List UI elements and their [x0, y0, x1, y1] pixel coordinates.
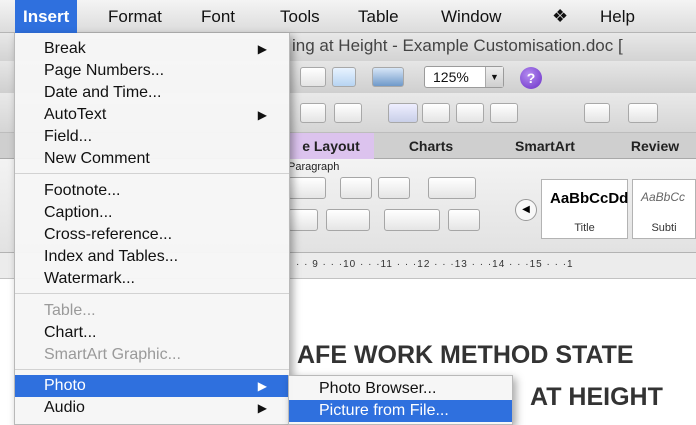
ruler-marks: · · 9 · · ·10 · · ·11 · · ·12 · · ·13 · …: [296, 259, 574, 270]
menu-item-label: Break: [44, 40, 86, 57]
menu-item-footnote[interactable]: Footnote...: [15, 180, 289, 202]
menu-item-label: Footnote...: [44, 182, 121, 199]
menu-item-autotext[interactable]: AutoText ▶: [15, 104, 289, 126]
menubar: Insert Format Font Tools Table Window ❖ …: [0, 0, 696, 33]
menu-item-label: AutoText: [44, 106, 107, 123]
styles-previous-icon[interactable]: ◀: [515, 199, 537, 221]
menu-item-caption[interactable]: Caption...: [15, 202, 289, 224]
menu-item-watermark[interactable]: Watermark...: [15, 268, 289, 290]
menu-separator: [15, 173, 289, 174]
menu-insert[interactable]: Insert: [15, 0, 78, 33]
toolbar-dropdown-button[interactable]: [300, 67, 326, 87]
list-style-dropdown[interactable]: [288, 177, 326, 199]
menu-item-label: Page Numbers...: [44, 62, 165, 79]
highlight-icon[interactable]: [628, 103, 658, 123]
photo-submenu: Photo Browser... Picture from File...: [288, 375, 513, 425]
media-browser-icon[interactable]: [372, 67, 404, 87]
menu-item-index-tables[interactable]: Index and Tables...: [15, 246, 289, 268]
menu-item-label: Watermark...: [44, 270, 135, 287]
style-subtitle[interactable]: AaBbCc Subti: [632, 179, 696, 239]
chevron-down-icon: ▼: [485, 67, 503, 87]
menu-font[interactable]: Font: [193, 0, 243, 33]
zoom-value: 125%: [433, 69, 469, 85]
menu-item-cross-reference[interactable]: Cross-reference...: [15, 224, 289, 246]
menu-tools[interactable]: Tools: [272, 0, 328, 33]
sort-icon[interactable]: [448, 209, 480, 231]
increase-indent-icon[interactable]: [490, 103, 518, 123]
menu-item-label: SmartArt Graphic...: [44, 346, 181, 363]
indent-icon[interactable]: [378, 177, 410, 199]
menu-table[interactable]: Table: [350, 0, 407, 33]
menu-item-table: Table...: [15, 300, 289, 322]
menu-item-new-comment[interactable]: New Comment: [15, 148, 289, 170]
style-name: Title: [574, 222, 595, 234]
sidebar-toggle-icon[interactable]: [332, 67, 356, 87]
align-right-icon[interactable]: [334, 103, 362, 123]
document-title: ing at Height - Example Customisation.do…: [292, 36, 623, 55]
menu-item-photo[interactable]: Photo ▶: [15, 375, 289, 397]
submenu-item-picture-from-file[interactable]: Picture from File...: [289, 400, 512, 422]
paragraph-group-label: Paragraph: [288, 161, 340, 173]
justify-icon[interactable]: [288, 209, 318, 231]
style-sample: AaBbCc: [641, 190, 686, 204]
borders-icon[interactable]: [584, 103, 610, 123]
menu-item-label: Picture from File...: [319, 402, 449, 419]
tab-layout[interactable]: e Layout: [288, 133, 374, 159]
zoom-select[interactable]: 125% ▼: [424, 66, 504, 88]
tab-review[interactable]: Review: [614, 133, 696, 159]
submenu-arrow-icon: ▶: [257, 42, 267, 56]
submenu-arrow-icon: ▶: [257, 379, 267, 393]
menu-separator: [15, 369, 289, 370]
menu-item-page-numbers[interactable]: Page Numbers...: [15, 60, 289, 82]
menu-format[interactable]: Format: [100, 0, 170, 33]
decrease-indent-icon[interactable]: [456, 103, 484, 123]
style-title[interactable]: AaBbCcDd Title: [541, 179, 628, 239]
menu-item-label: Photo Browser...: [319, 380, 437, 397]
script-menu-icon[interactable]: ❖: [544, 0, 576, 33]
menu-item-break[interactable]: Break ▶: [15, 38, 289, 60]
menu-item-date-time[interactable]: Date and Time...: [15, 82, 289, 104]
menu-item-label: Date and Time...: [44, 84, 162, 101]
bullet-list-icon[interactable]: [422, 103, 450, 123]
menu-item-label: Cross-reference...: [44, 226, 173, 243]
menu-item-label: Chart...: [44, 324, 97, 341]
insert-menu: Break ▶ Page Numbers... Date and Time...…: [14, 33, 290, 425]
numbered-list-icon[interactable]: [388, 103, 418, 123]
document-heading: AFE WORK METHOD STATE: [297, 341, 634, 369]
columns-icon[interactable]: [428, 177, 476, 199]
submenu-arrow-icon: ▶: [257, 108, 267, 122]
menu-separator: [15, 293, 289, 294]
menu-item-label: Index and Tables...: [44, 248, 179, 265]
line-spacing-icon[interactable]: [326, 209, 370, 231]
menu-item-smartart: SmartArt Graphic...: [15, 344, 289, 366]
style-name: Subti: [651, 222, 677, 234]
menu-help[interactable]: Help: [592, 0, 643, 33]
menu-item-label: Table...: [44, 302, 96, 319]
style-sample: AaBbCcDd: [550, 190, 629, 207]
submenu-arrow-icon: ▶: [257, 401, 267, 415]
shading-icon[interactable]: [384, 209, 440, 231]
document-subheading: AT HEIGHT: [530, 383, 663, 411]
submenu-item-photo-browser[interactable]: Photo Browser...: [289, 378, 512, 400]
menu-item-audio[interactable]: Audio ▶: [15, 397, 289, 419]
menu-item-label: Photo: [44, 377, 86, 394]
tab-smartart[interactable]: SmartArt: [490, 133, 600, 159]
menu-item-label: Field...: [44, 128, 93, 145]
tab-charts[interactable]: Charts: [386, 133, 476, 159]
menu-item-label: Caption...: [44, 204, 113, 221]
align-left-icon[interactable]: [300, 103, 326, 123]
outdent-icon[interactable]: [340, 177, 372, 199]
menu-window[interactable]: Window: [433, 0, 509, 33]
menu-item-label: Audio: [44, 399, 85, 416]
help-icon[interactable]: ?: [520, 67, 542, 89]
menu-item-field[interactable]: Field...: [15, 126, 289, 148]
menu-item-chart[interactable]: Chart...: [15, 322, 289, 344]
menu-item-label: New Comment: [44, 150, 150, 167]
